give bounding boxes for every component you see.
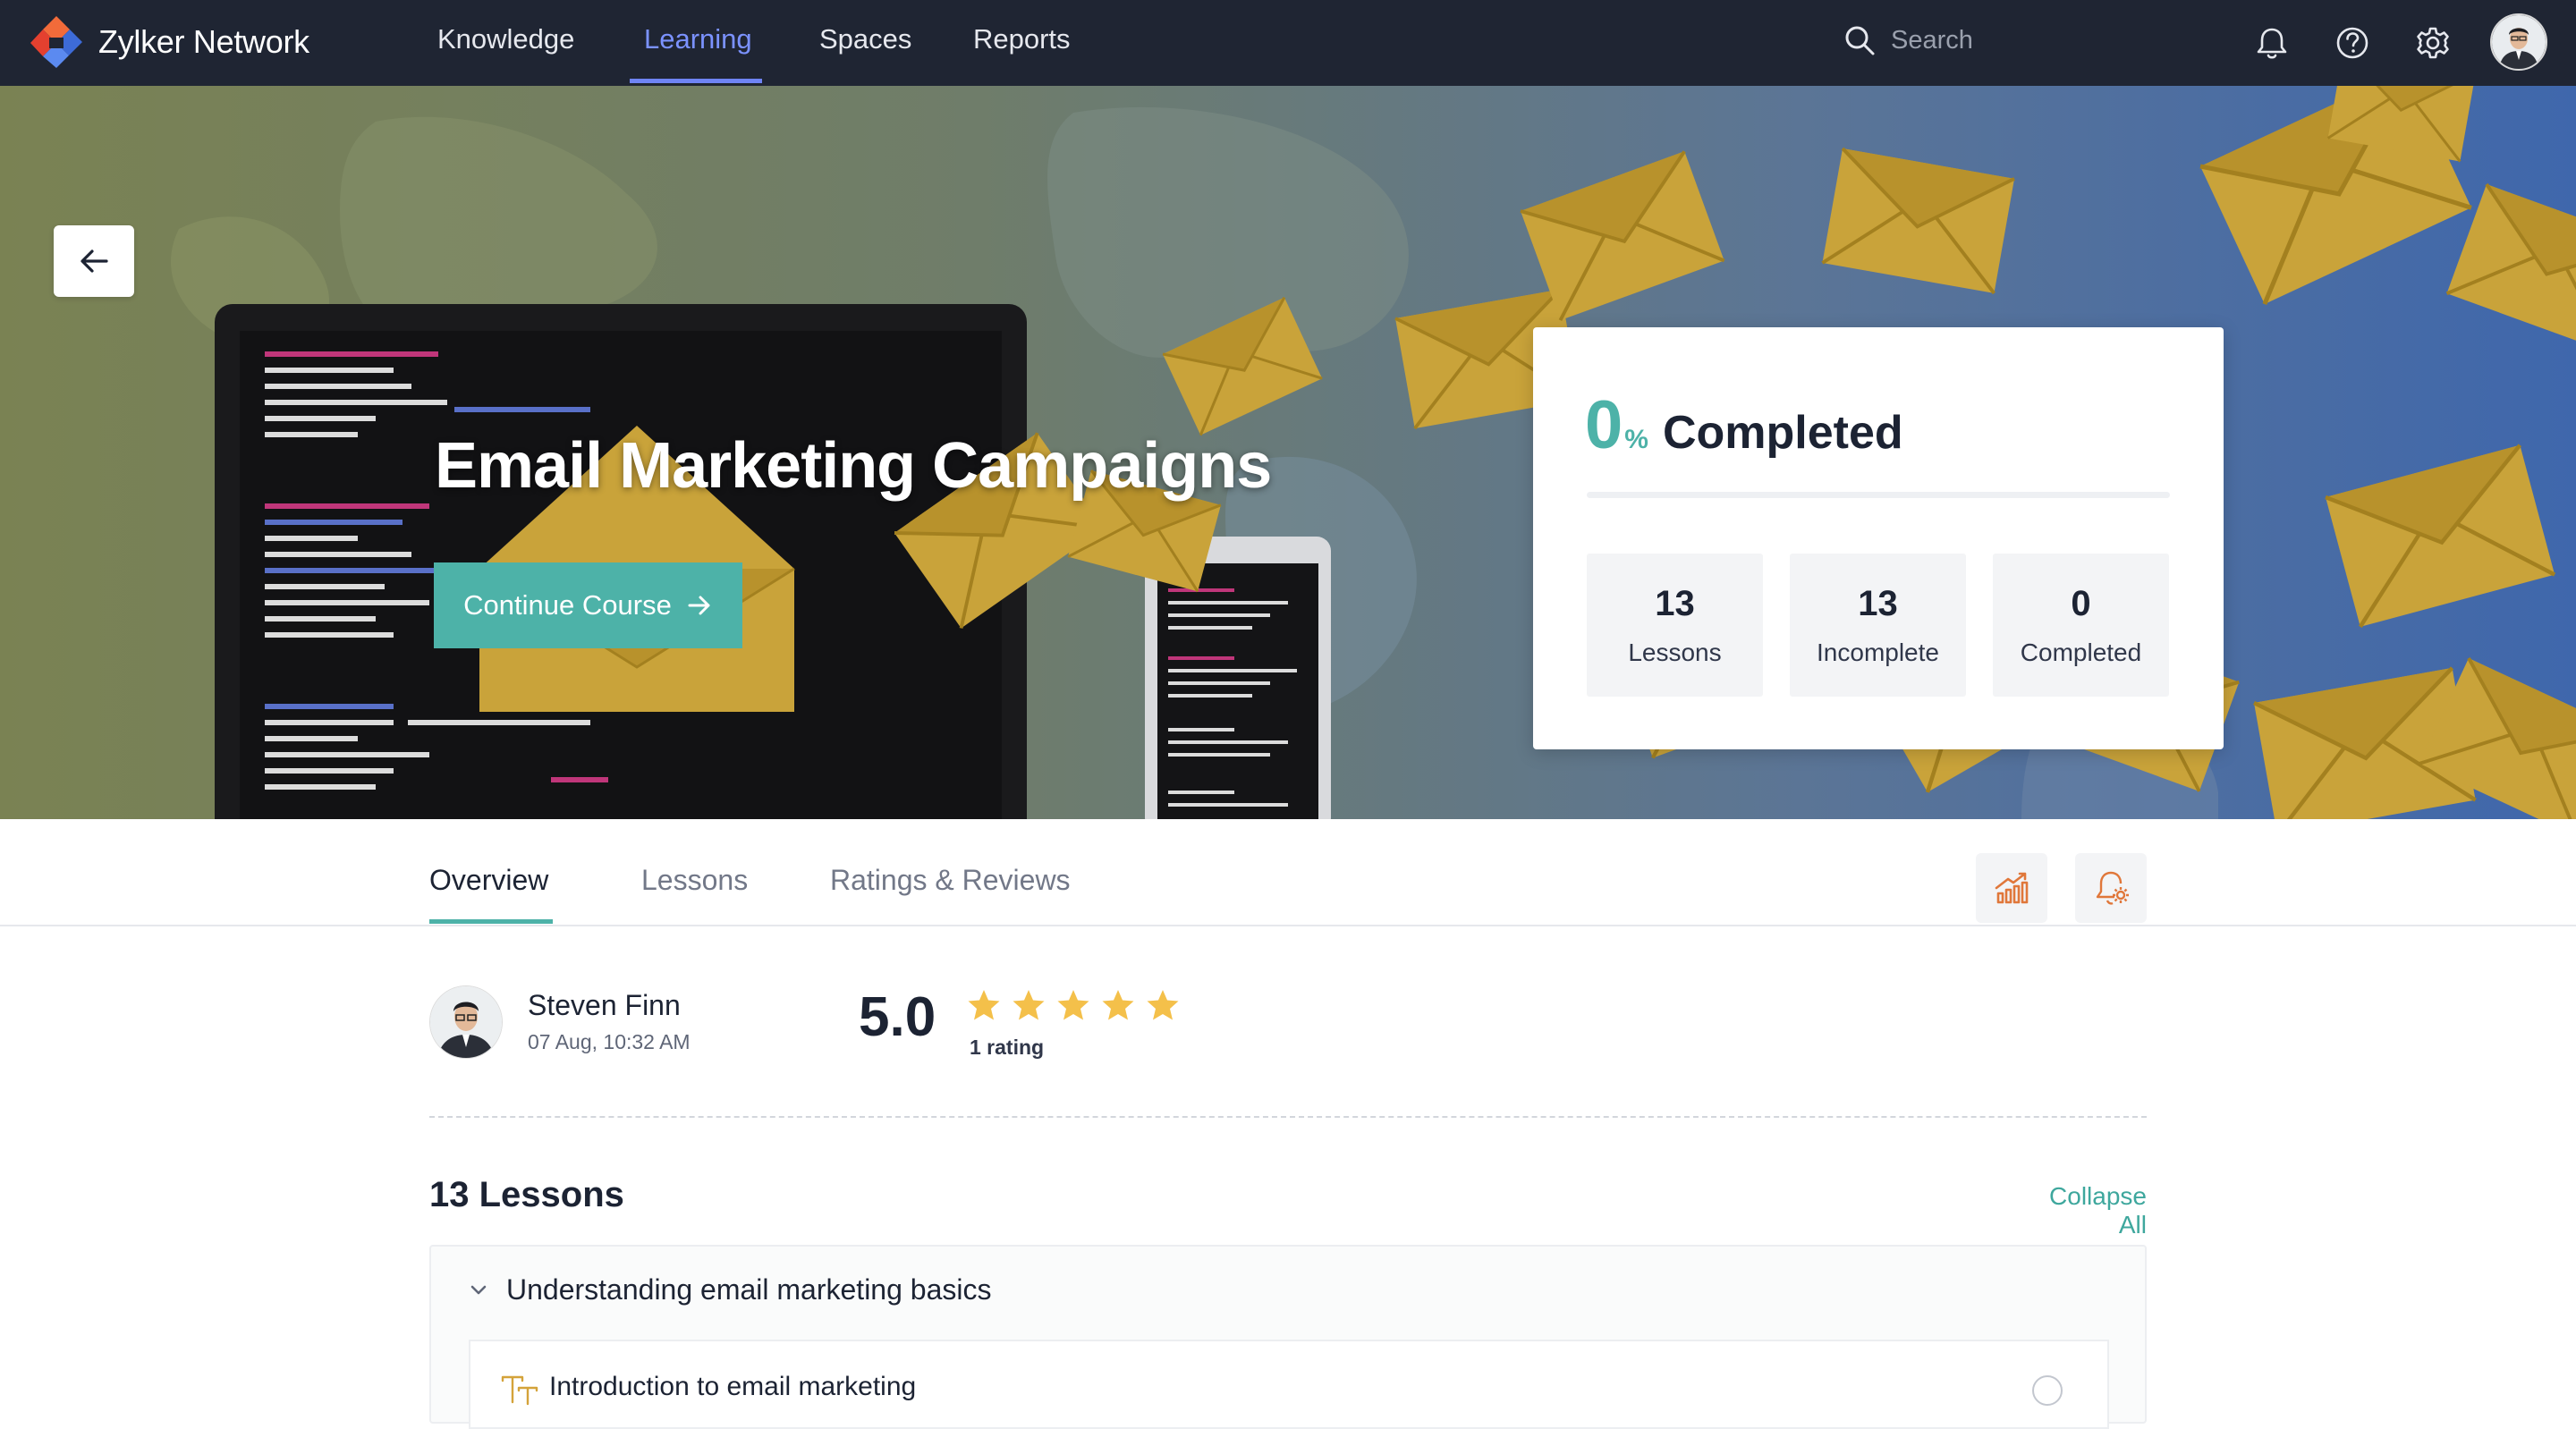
stat-completed: 0 Completed xyxy=(1993,554,2169,697)
brand[interactable]: Zylker Network xyxy=(27,13,309,72)
collapse-all-link[interactable]: Collapse All xyxy=(2018,1182,2147,1239)
help-icon[interactable] xyxy=(2333,23,2372,63)
author-avatar[interactable] xyxy=(429,985,503,1059)
completion-percent: 0 xyxy=(1585,387,1623,463)
tab-ratings-reviews[interactable]: Ratings & Reviews xyxy=(830,864,1071,897)
rating-value: 5.0 xyxy=(859,986,936,1048)
stat-incomplete: 13 Incomplete xyxy=(1790,554,1966,697)
stat-label: Completed xyxy=(2020,638,2142,666)
continue-course-label: Continue Course xyxy=(463,589,672,621)
progress-bar xyxy=(1587,492,2170,498)
zylker-logo-icon xyxy=(30,16,82,68)
stat-lessons: 13 Lessons xyxy=(1587,554,1763,697)
continue-course-button[interactable]: Continue Course xyxy=(434,562,742,648)
nav-reports[interactable]: Reports xyxy=(973,23,1071,55)
lesson-title: Introduction to email marketing xyxy=(549,1372,917,1401)
star-icon xyxy=(1147,990,1179,1020)
analytics-icon xyxy=(1995,872,2029,904)
stat-value: 13 xyxy=(1858,584,1898,623)
author-name: Steven Finn xyxy=(528,989,681,1021)
top-navigation-bar: Zylker Network Knowledge Learning Spaces… xyxy=(0,0,2576,86)
search-input[interactable] xyxy=(1889,24,2125,56)
nav-spaces[interactable]: Spaces xyxy=(819,23,911,55)
star-icon xyxy=(1057,990,1089,1020)
author-date: 07 Aug, 10:32 AM xyxy=(528,1030,691,1053)
stat-value: 0 xyxy=(2071,584,2091,623)
section-title: Understanding email marketing basics xyxy=(506,1273,992,1306)
course-settings-icon xyxy=(2096,871,2129,905)
course-banner: Email Marketing Campaigns Continue Cours… xyxy=(0,86,2576,819)
search-icon xyxy=(1845,26,1875,55)
analytics-button[interactable] xyxy=(1976,853,2047,923)
stat-label: Lessons xyxy=(1628,638,1722,666)
nav-learning[interactable]: Learning xyxy=(644,23,752,55)
stat-value: 13 xyxy=(1655,584,1695,623)
lesson-section: Understanding email marketing basics Int… xyxy=(429,1245,2147,1429)
back-button[interactable] xyxy=(54,225,134,297)
brand-name: Zylker Network xyxy=(98,23,309,60)
divider xyxy=(429,1116,2147,1118)
nav-active-indicator xyxy=(630,79,762,83)
completion-label: Completed xyxy=(1662,407,1903,459)
course-tabs: Overview Lessons Ratings & Reviews xyxy=(0,819,2576,926)
user-avatar[interactable] xyxy=(2490,13,2547,71)
tab-lessons[interactable]: Lessons xyxy=(641,864,748,897)
section-header[interactable]: Understanding email marketing basics xyxy=(467,1273,991,1306)
tab-overview[interactable]: Overview xyxy=(429,864,548,897)
gear-icon[interactable] xyxy=(2413,23,2453,63)
chevron-down-icon[interactable] xyxy=(467,1279,490,1302)
progress-card: 0 % Completed 13 Lessons 13 Incomplete 0… xyxy=(1533,327,2224,749)
arrow-left-icon xyxy=(80,249,108,273)
course-settings-button[interactable] xyxy=(2075,853,2147,923)
star-icon xyxy=(1102,990,1134,1020)
arrow-right-icon xyxy=(688,596,710,615)
stat-label: Incomplete xyxy=(1817,638,1939,666)
bell-icon[interactable] xyxy=(2252,23,2292,63)
star-icon xyxy=(1013,990,1045,1020)
completion-summary: 0 % Completed xyxy=(1585,392,1903,460)
lesson-item[interactable]: Introduction to email marketing xyxy=(469,1340,2109,1429)
percent-sign: % xyxy=(1624,425,1648,454)
rating-count: 1 rating xyxy=(970,1036,1045,1059)
lessons-heading: 13 Lessons xyxy=(429,1175,624,1214)
rating-stars xyxy=(966,987,1181,1023)
nav-knowledge[interactable]: Knowledge xyxy=(437,23,574,55)
tab-active-indicator xyxy=(429,919,553,924)
text-lesson-icon xyxy=(501,1375,538,1406)
course-title: Email Marketing Campaigns xyxy=(435,430,1272,502)
star-icon xyxy=(968,990,1000,1020)
lesson-status-circle[interactable] xyxy=(2032,1375,2063,1406)
search-box[interactable] xyxy=(1843,23,2125,57)
